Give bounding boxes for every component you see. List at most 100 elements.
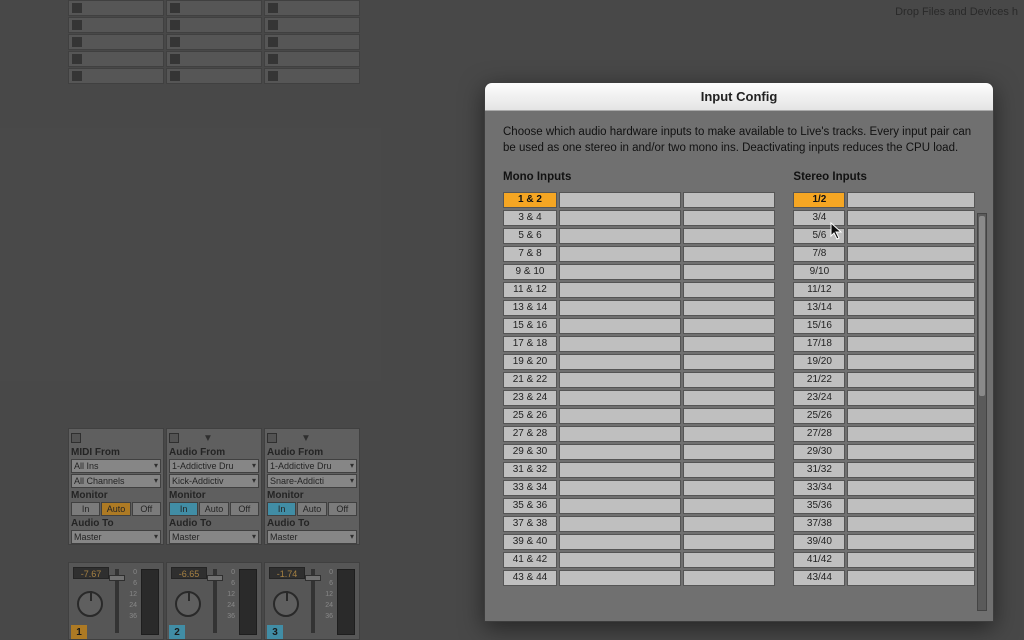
output-select[interactable]: Master▾ xyxy=(267,530,357,544)
record-arm-icon[interactable]: ▼ xyxy=(203,433,213,444)
track-number[interactable]: 2 xyxy=(169,625,185,639)
mono-input-name-b[interactable] xyxy=(683,318,775,334)
mono-input-toggle[interactable]: 39 & 40 xyxy=(503,534,557,550)
input-type-select[interactable]: 1-Addictive Dru▾ xyxy=(267,459,357,473)
clip-slot[interactable] xyxy=(264,34,360,50)
stereo-input-toggle[interactable]: 1/2 xyxy=(793,192,845,208)
mono-input-toggle[interactable]: 1 & 2 xyxy=(503,192,557,208)
stereo-input-toggle[interactable]: 43/44 xyxy=(793,570,845,586)
mono-input-name-a[interactable] xyxy=(559,390,681,406)
mono-input-toggle[interactable]: 29 & 30 xyxy=(503,444,557,460)
stereo-input-name[interactable] xyxy=(847,282,975,298)
mono-input-name-a[interactable] xyxy=(559,354,681,370)
mono-input-name-a[interactable] xyxy=(559,336,681,352)
mono-input-name-a[interactable] xyxy=(559,552,681,568)
stereo-input-toggle[interactable]: 39/40 xyxy=(793,534,845,550)
mono-input-name-a[interactable] xyxy=(559,318,681,334)
stereo-input-name[interactable] xyxy=(847,336,975,352)
stereo-input-toggle[interactable]: 31/32 xyxy=(793,462,845,478)
stereo-input-toggle[interactable]: 25/26 xyxy=(793,408,845,424)
mono-input-name-a[interactable] xyxy=(559,210,681,226)
output-select[interactable]: Master▾ xyxy=(169,530,259,544)
stereo-input-name[interactable] xyxy=(847,444,975,460)
stereo-input-toggle[interactable]: 41/42 xyxy=(793,552,845,568)
stereo-input-toggle[interactable]: 19/20 xyxy=(793,354,845,370)
mono-input-name-a[interactable] xyxy=(559,426,681,442)
record-arm-icon[interactable]: ▼ xyxy=(301,433,311,444)
stereo-input-toggle[interactable]: 7/8 xyxy=(793,246,845,262)
track-number[interactable]: 3 xyxy=(267,625,283,639)
stereo-input-name[interactable] xyxy=(847,480,975,496)
clip-slot[interactable] xyxy=(68,0,164,16)
mono-input-toggle[interactable]: 7 & 8 xyxy=(503,246,557,262)
monitor-in-button[interactable]: In xyxy=(71,502,100,516)
mono-input-toggle[interactable]: 3 & 4 xyxy=(503,210,557,226)
mono-input-name-a[interactable] xyxy=(559,462,681,478)
stereo-input-name[interactable] xyxy=(847,318,975,334)
mono-input-name-b[interactable] xyxy=(683,228,775,244)
stereo-input-toggle[interactable]: 17/18 xyxy=(793,336,845,352)
mono-input-name-b[interactable] xyxy=(683,516,775,532)
stereo-input-name[interactable] xyxy=(847,552,975,568)
input-channel-select[interactable]: Kick-Addictiv▾ xyxy=(169,474,259,488)
stereo-input-name[interactable] xyxy=(847,426,975,442)
stereo-input-name[interactable] xyxy=(847,354,975,370)
mono-input-toggle[interactable]: 21 & 22 xyxy=(503,372,557,388)
mono-input-name-a[interactable] xyxy=(559,246,681,262)
mono-input-name-a[interactable] xyxy=(559,444,681,460)
stereo-input-name[interactable] xyxy=(847,192,975,208)
mono-input-name-a[interactable] xyxy=(559,534,681,550)
clip-slot[interactable] xyxy=(264,0,360,16)
fader-thumb[interactable] xyxy=(207,575,223,581)
mono-input-toggle[interactable]: 33 & 34 xyxy=(503,480,557,496)
output-select[interactable]: Master▾ xyxy=(71,530,161,544)
stereo-input-name[interactable] xyxy=(847,264,975,280)
track-number[interactable]: 1 xyxy=(71,625,87,639)
stereo-input-name[interactable] xyxy=(847,210,975,226)
clip-slot[interactable] xyxy=(68,68,164,84)
stereo-input-name[interactable] xyxy=(847,516,975,532)
mono-input-name-b[interactable] xyxy=(683,210,775,226)
mono-input-name-a[interactable] xyxy=(559,264,681,280)
stereo-input-toggle[interactable]: 9/10 xyxy=(793,264,845,280)
mono-input-name-a[interactable] xyxy=(559,516,681,532)
clip-slot[interactable] xyxy=(166,51,262,67)
track-activator[interactable] xyxy=(169,433,179,443)
mono-input-toggle[interactable]: 27 & 28 xyxy=(503,426,557,442)
stereo-input-toggle[interactable]: 11/12 xyxy=(793,282,845,298)
stereo-input-name[interactable] xyxy=(847,372,975,388)
monitor-in-button[interactable]: In xyxy=(169,502,198,516)
mono-input-name-b[interactable] xyxy=(683,444,775,460)
stereo-input-name[interactable] xyxy=(847,498,975,514)
clip-slot[interactable] xyxy=(166,34,262,50)
mono-input-name-a[interactable] xyxy=(559,300,681,316)
clip-slot[interactable] xyxy=(264,51,360,67)
input-type-select[interactable]: All Ins▾ xyxy=(71,459,161,473)
stereo-input-name[interactable] xyxy=(847,570,975,586)
fader-thumb[interactable] xyxy=(305,575,321,581)
volume-readout[interactable]: -6.65 xyxy=(171,567,207,579)
mono-input-toggle[interactable]: 35 & 36 xyxy=(503,498,557,514)
mono-input-toggle[interactable]: 13 & 14 xyxy=(503,300,557,316)
monitor-auto-button[interactable]: Auto xyxy=(297,502,326,516)
clip-slot[interactable] xyxy=(68,51,164,67)
mono-input-name-b[interactable] xyxy=(683,570,775,586)
mono-input-toggle[interactable]: 43 & 44 xyxy=(503,570,557,586)
clip-slot[interactable] xyxy=(68,34,164,50)
pan-knob[interactable] xyxy=(175,591,201,617)
mono-input-toggle[interactable]: 41 & 42 xyxy=(503,552,557,568)
stereo-input-name[interactable] xyxy=(847,462,975,478)
stereo-input-toggle[interactable]: 35/36 xyxy=(793,498,845,514)
clip-slot[interactable] xyxy=(264,17,360,33)
clip-slot[interactable] xyxy=(68,17,164,33)
mono-input-name-b[interactable] xyxy=(683,246,775,262)
mono-input-toggle[interactable]: 11 & 12 xyxy=(503,282,557,298)
mono-input-name-a[interactable] xyxy=(559,570,681,586)
stereo-input-name[interactable] xyxy=(847,534,975,550)
stereo-input-name[interactable] xyxy=(847,300,975,316)
mono-input-toggle[interactable]: 15 & 16 xyxy=(503,318,557,334)
stereo-input-toggle[interactable]: 13/14 xyxy=(793,300,845,316)
monitor-in-button[interactable]: In xyxy=(267,502,296,516)
stereo-input-name[interactable] xyxy=(847,246,975,262)
track-activator[interactable] xyxy=(267,433,277,443)
